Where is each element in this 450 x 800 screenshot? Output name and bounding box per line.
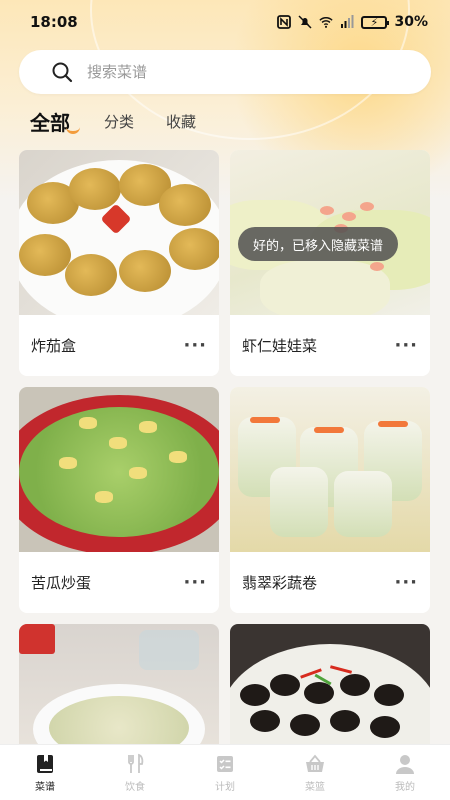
search-input[interactable] xyxy=(87,63,387,81)
recipe-photo xyxy=(19,387,219,552)
signal-icon xyxy=(341,15,354,28)
search-bar[interactable] xyxy=(19,50,431,94)
mute-icon xyxy=(298,15,313,29)
active-tab-indicator xyxy=(66,124,80,134)
recipe-title: 虾仁娃娃菜 xyxy=(242,337,318,355)
checklist-icon xyxy=(217,755,233,772)
nfc-icon xyxy=(277,15,292,29)
more-options-button[interactable]: ··· xyxy=(394,335,418,356)
bottom-nav: 菜谱 饮食 计划 菜篮 我的 xyxy=(0,744,450,800)
basket-icon xyxy=(306,754,324,772)
status-time: 18:08 xyxy=(30,13,78,31)
status-icons: ⚡ 30% xyxy=(277,14,428,30)
more-options-button[interactable]: ··· xyxy=(183,572,207,593)
more-options-button[interactable]: ··· xyxy=(183,335,207,356)
nav-basket[interactable]: 菜篮 xyxy=(275,753,355,793)
user-icon xyxy=(396,754,414,774)
recipe-title: 苦瓜炒蛋 xyxy=(31,574,92,592)
category-tabs: 全部 分类 收藏 xyxy=(30,104,228,140)
recipe-photo xyxy=(19,150,219,315)
nav-diet[interactable]: 饮食 xyxy=(95,753,175,793)
toast-message: 好的，已移入隐藏菜谱 xyxy=(238,227,399,261)
search-icon xyxy=(52,62,73,83)
recipe-card[interactable] xyxy=(19,624,219,754)
wifi-icon xyxy=(319,17,334,28)
tab-categories[interactable]: 分类 xyxy=(104,111,134,140)
recipe-card[interactable]: 苦瓜炒蛋 ··· xyxy=(19,387,219,613)
recipe-card[interactable]: 翡翠彩蔬卷 ··· xyxy=(230,387,430,613)
recipe-photo xyxy=(230,387,430,552)
recipe-card[interactable]: 炸茄盒 ··· xyxy=(19,150,219,376)
recipe-photo xyxy=(230,624,430,754)
recipe-title: 炸茄盒 xyxy=(31,337,77,355)
nav-profile[interactable]: 我的 xyxy=(365,753,445,793)
book-icon xyxy=(37,754,53,773)
battery-icon: ⚡ xyxy=(361,15,390,29)
recipe-card[interactable]: 虾仁娃娃菜 ··· xyxy=(230,150,430,376)
tab-favorites[interactable]: 收藏 xyxy=(166,111,196,140)
status-bar: 18:08 ⚡ 30% xyxy=(0,0,450,44)
battery-level: 30% xyxy=(394,14,428,30)
recipe-photo xyxy=(19,624,219,754)
recipe-card[interactable] xyxy=(230,624,430,754)
tab-all[interactable]: 全部 xyxy=(30,107,80,140)
nav-recipes[interactable]: 菜谱 xyxy=(5,753,85,793)
more-options-button[interactable]: ··· xyxy=(394,572,418,593)
nav-plan[interactable]: 计划 xyxy=(185,753,265,793)
recipe-title: 翡翠彩蔬卷 xyxy=(242,574,318,592)
cutlery-icon xyxy=(128,753,144,773)
